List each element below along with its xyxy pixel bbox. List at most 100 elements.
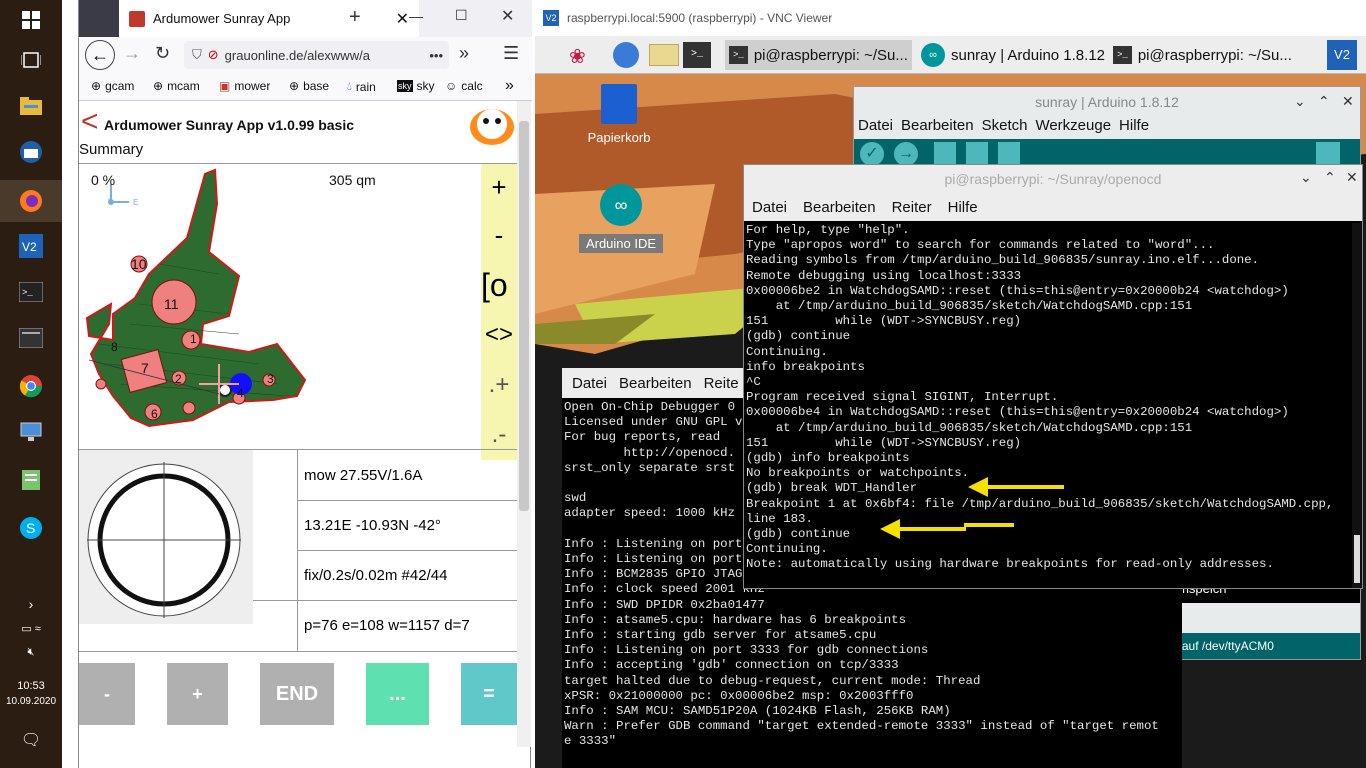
minimize-icon[interactable]: — [409,8,423,24]
chevron-up-icon[interactable]: › [0,596,62,612]
forward-button-icon[interactable]: → [123,43,141,64]
dot-zoom-in-button[interactable]: .+ [481,360,517,410]
back-chevron-icon[interactable]: < [81,107,99,137]
bookmark-sky[interactable]: sky sky [397,79,435,93]
terminal-line: Continuing. [746,344,828,359]
center-button[interactable]: [o [481,260,517,310]
file-explorer-icon[interactable] [13,88,49,124]
minimize-icon[interactable]: ⌄ [1294,93,1306,110]
bookmark-gcam[interactable]: ⊕ gcam [91,79,134,93]
minimize-icon[interactable]: ⌄ [1300,169,1312,186]
task-terminal-2[interactable]: >_ pi@raspberrypi: ~/Su... [1109,40,1296,70]
clock-time[interactable]: 10:53 [0,680,62,692]
skype-icon[interactable]: S [13,510,49,546]
sky-icon: sky [397,80,413,92]
save-icon[interactable] [998,142,1020,166]
new-sketch-icon[interactable] [934,142,956,166]
back-button-icon[interactable]: ← [85,40,115,70]
reload-icon[interactable]: ↻ [155,43,170,64]
chrome-icon[interactable] [13,368,49,404]
table-cell-gps: fix/0.2s/0.02m #42/44 [304,567,448,584]
more-button[interactable]: ... [366,663,429,725]
menu-werkzeuge[interactable]: Werkzeuge [1035,117,1111,134]
bookmark-mcam[interactable]: ⊕ mcam [153,79,200,93]
menu-datei[interactable]: Datei [752,199,787,216]
maximize-icon[interactable]: ☐ [455,7,468,24]
vnc-tray-icon[interactable]: V2 [1327,40,1357,70]
task-arduino[interactable]: ∞ sunray | Arduino 1.8.12 [917,40,1109,70]
menu-sketch[interactable]: Sketch [982,117,1028,134]
mower-map[interactable]: E 0 % 305 qm 10 11 7 8 6 2 1 4 3 [79,164,479,436]
remote-desktop-icon[interactable] [13,414,49,450]
close-icon[interactable]: ✕ [1346,169,1358,186]
menu-hilfe[interactable]: Hilfe [948,199,978,216]
menu-datei[interactable]: Datei [572,375,607,392]
desktop-trash[interactable]: Papierkorb [583,84,655,145]
page-actions-icon[interactable]: ••• [425,47,443,63]
menu-bearbeiten[interactable]: Bearbeiten [901,117,974,134]
task-terminal-1[interactable]: >_ pi@raspberrypi: ~/Su... [725,40,912,70]
scrollbar-thumb[interactable] [519,121,529,511]
folder-icon[interactable] [649,44,679,66]
yellow-arrow-2 [880,519,966,539]
close-icon[interactable]: ✕ [1342,93,1354,110]
minus-button[interactable]: - [79,663,135,725]
serial-monitor-icon[interactable] [1316,142,1340,166]
volume-icon[interactable]: 🔇︎ [0,646,62,659]
close-window-icon[interactable]: ✕ [501,6,514,26]
gdb-scrollbar[interactable] [1352,223,1362,588]
menu-bearbeiten[interactable]: Bearbeiten [803,199,876,216]
thunderbird-icon[interactable] [13,134,49,170]
new-tab-icon[interactable]: + [349,6,361,29]
clock-date[interactable]: 10.09.2020 [0,696,62,707]
svg-text:S: S [26,520,35,536]
firefox-icon[interactable] [0,180,62,222]
zoom-in-button[interactable]: + [481,164,517,210]
upload-icon[interactable]: → [894,142,918,166]
bookmark-rain[interactable]: 💧︎ rain [347,79,376,94]
page-scrollbar[interactable] [517,101,531,747]
menu-datei[interactable]: Datei [858,117,893,134]
zone-label: 11 [164,296,179,312]
fit-button[interactable]: <> [481,310,517,360]
bookmark-calc[interactable]: ☺ calc [445,79,483,93]
open-icon[interactable] [966,142,988,166]
notepad-icon[interactable] [13,462,49,498]
tab-ardumower[interactable]: Ardumower Sunray App ✕ [119,0,419,37]
insecure-icon[interactable]: ⊘ [208,47,219,63]
network-icon[interactable]: ▭ ≈ [0,622,62,635]
maximize-icon[interactable]: ⌃ [1318,93,1330,110]
verify-icon[interactable]: ✓ [860,142,884,166]
maximize-icon[interactable]: ⌃ [1324,169,1336,186]
raspberry-icon[interactable]: ❀ [569,44,586,69]
terminal-line: Reading symbols from /tmp/arduino_build_… [746,253,1260,268]
gdb-scrollbar-thumb[interactable] [1354,535,1360,583]
vnc-viewer-icon[interactable]: V2 [13,228,49,264]
equals-button[interactable]: = [461,663,517,725]
menu-reiter[interactable]: Reiter [892,199,932,216]
menu-icon[interactable]: ☰ [503,43,519,64]
bookmark-mower[interactable]: ▣ mower [219,79,270,93]
desktop-arduino[interactable]: ∞ Arduino IDE [579,184,663,253]
url-text[interactable]: grauonline.de/alexwww/a [225,48,370,63]
browser-globe-icon[interactable] [613,42,639,68]
app-title: Ardumower Sunray App v1.0.99 basic [104,117,355,133]
close-tab-icon[interactable]: ✕ [396,9,409,29]
menu-reiter[interactable]: Reite [704,375,739,392]
bookmark-base[interactable]: ⊕ base [289,79,329,93]
end-button[interactable]: END [260,663,334,725]
notification-icon[interactable]: 🗨︎ [0,730,62,750]
plus-button[interactable]: + [167,663,228,725]
terminal-launcher-icon[interactable]: >_ [683,42,711,68]
zoom-out-button[interactable]: - [481,210,517,260]
task-view-icon[interactable] [13,42,49,78]
windows-icon[interactable] [13,2,49,38]
terminal-icon[interactable]: >_ [13,274,49,310]
terminal2-icon[interactable] [13,320,49,356]
shield-icon[interactable]: ⛉ [192,47,202,63]
url-bar[interactable]: ⛉ ⊘ grauonline.de/alexwww/a ••• [184,41,449,69]
bookmarks-overflow-icon[interactable]: » [505,77,514,95]
menu-bearbeiten[interactable]: Bearbeiten [619,375,692,392]
overflow-chevron-icon[interactable]: » [459,43,469,64]
menu-hilfe[interactable]: Hilfe [1119,117,1149,134]
